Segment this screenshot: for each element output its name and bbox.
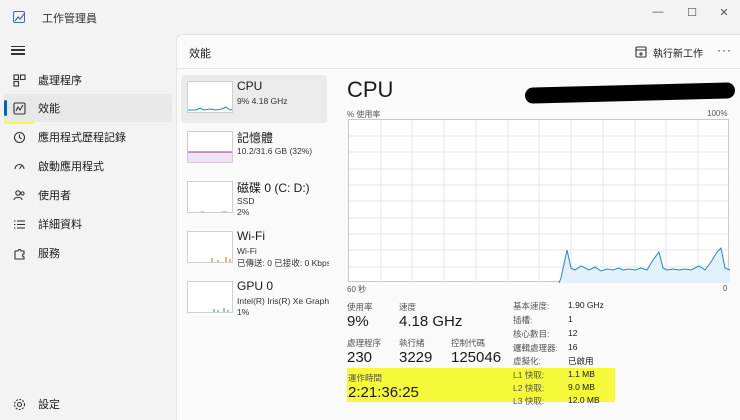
page-title: 效能	[189, 48, 211, 60]
device-item-cpu[interactable]: CPU 9% 4.18 GHz	[181, 75, 327, 123]
sidebar-item-performance[interactable]: 效能	[4, 94, 172, 122]
details-list-icon	[12, 217, 26, 231]
device-name: Wi-Fi	[237, 229, 265, 243]
startup-gauge-icon	[12, 159, 26, 173]
device-detail: 已傳送: 0 已接收: 0 Kbps	[237, 258, 329, 268]
processes-label: 處理程序	[347, 338, 382, 348]
device-item-gpu[interactable]: GPU 0 Intel(R) Iris(R) Xe Graphics 1%	[181, 275, 329, 323]
device-name: GPU 0	[237, 279, 274, 293]
spec-value: 1.90 GHz	[568, 300, 604, 310]
run-new-task-button[interactable]: 執行新工作	[635, 43, 703, 61]
device-name: 記憶體	[237, 131, 274, 145]
cpu-thumbnail-graph	[187, 81, 233, 113]
cpu-usage-area	[559, 248, 730, 283]
sidebar: 處理程序 效能 應用程式歷程記錄 啟動應用程式 使用者 詳細資料 服務 設定	[0, 34, 176, 420]
history-icon	[12, 130, 26, 144]
uptime-value: 2:21:36:25	[348, 384, 419, 401]
sidebar-item-label: 設定	[38, 399, 60, 411]
device-detail: 2%	[237, 207, 250, 217]
sidebar-item-services[interactable]: 服務	[4, 239, 172, 267]
close-button[interactable]: ✕	[710, 4, 738, 20]
spec-value: 1.1 MB	[568, 369, 595, 379]
performance-chart-icon	[12, 101, 26, 115]
device-detail: 1%	[237, 307, 250, 317]
sidebar-item-label: 詳細資料	[38, 219, 82, 231]
spec-value: 9.0 MB	[568, 382, 595, 392]
wifi-thumbnail-graph	[187, 231, 233, 263]
handles-label: 控制代碼	[451, 338, 486, 348]
device-item-disk[interactable]: 磁碟 0 (C: D:) SSD 2%	[181, 175, 327, 223]
run-task-icon	[635, 46, 647, 58]
sidebar-item-settings[interactable]: 設定	[4, 390, 172, 418]
spec-key: 插槽:	[513, 315, 533, 325]
users-icon	[12, 188, 26, 202]
device-item-wifi[interactable]: Wi-Fi Wi-Fi 已傳送: 0 已接收: 0 Kbps	[181, 225, 329, 273]
speed-label: 速度	[399, 302, 417, 312]
active-indicator	[4, 100, 7, 116]
graph-time-label: 60 秒	[347, 285, 367, 294]
spec-key: 核心數目:	[513, 329, 550, 339]
sidebar-item-label: 啟動應用程式	[38, 161, 104, 173]
spec-key: L3 快取:	[513, 396, 545, 406]
sidebar-item-label: 服務	[38, 248, 60, 260]
sidebar-item-startup[interactable]: 啟動應用程式	[4, 152, 172, 180]
task-manager-icon	[13, 11, 25, 23]
device-detail: SSD	[237, 196, 255, 206]
gear-icon	[12, 397, 26, 411]
redaction-mark	[524, 82, 736, 104]
app-title: 工作管理員	[42, 13, 97, 25]
graph-label-max: 100%	[707, 109, 728, 118]
disk-thumbnail-graph	[187, 181, 233, 213]
sidebar-item-app-history[interactable]: 應用程式歷程記錄	[4, 123, 172, 151]
device-item-memory[interactable]: 記憶體 10.2/31.6 GB (32%)	[181, 125, 327, 173]
device-detail: Wi-Fi	[237, 246, 257, 256]
utilization-value: 9%	[347, 313, 369, 330]
threads-label: 執行緒	[399, 338, 425, 348]
spec-key: L1 快取:	[513, 370, 545, 380]
minimize-button[interactable]: —	[644, 4, 672, 20]
utilization-label: 使用率	[347, 302, 373, 312]
device-name: 磁碟 0 (C: D:)	[237, 181, 310, 195]
services-puzzle-icon	[12, 246, 26, 260]
run-new-task-label: 執行新工作	[653, 48, 703, 60]
cpu-usage-graph	[348, 119, 730, 283]
main-panel: 效能 執行新工作 ··· CPU 9% 4.18 GHz 記憶體 10.2/31…	[176, 34, 740, 420]
spec-value: 已啟用	[568, 356, 594, 366]
spec-key: L2 快取:	[513, 383, 545, 393]
spec-value: 16	[568, 342, 578, 352]
spec-value: 12	[568, 328, 578, 338]
spec-value: 12.0 MB	[568, 395, 600, 405]
processes-value: 230	[347, 349, 373, 366]
device-detail: 9% 4.18 GHz	[237, 96, 288, 106]
maximize-button[interactable]: ☐	[678, 4, 706, 20]
handles-value: 125046	[451, 349, 502, 366]
more-options-icon[interactable]: ···	[717, 43, 732, 57]
sidebar-item-label: 應用程式歷程記錄	[38, 132, 126, 144]
speed-value: 4.18 GHz	[399, 313, 463, 330]
memory-thumbnail-graph	[187, 131, 233, 163]
sidebar-item-label: 使用者	[38, 190, 71, 202]
detail-title: CPU	[347, 77, 394, 102]
gpu-thumbnail-graph	[187, 281, 233, 313]
uptime-label: 運作時間	[348, 373, 383, 383]
processes-grid-icon	[12, 73, 26, 87]
hamburger-menu-icon[interactable]	[11, 43, 25, 57]
graph-min-label: 0	[723, 284, 728, 293]
device-detail: 10.2/31.6 GB (32%)	[237, 146, 313, 156]
spec-key: 虛擬化:	[513, 356, 541, 366]
device-list: CPU 9% 4.18 GHz 記憶體 10.2/31.6 GB (32%) 磁…	[177, 69, 337, 420]
sidebar-item-users[interactable]: 使用者	[4, 181, 172, 209]
sidebar-item-label: 處理程序	[38, 75, 82, 87]
title-bar: 工作管理員 — ☐ ✕	[0, 0, 740, 34]
sidebar-item-details[interactable]: 詳細資料	[4, 210, 172, 238]
sidebar-item-processes[interactable]: 處理程序	[4, 66, 172, 94]
device-name: CPU	[237, 79, 263, 93]
spec-key: 基本速度:	[513, 301, 550, 311]
spec-key: 邏輯處理器:	[513, 343, 558, 353]
sidebar-item-label: 效能	[38, 103, 60, 115]
threads-value: 3229	[399, 349, 433, 366]
main-header: 效能 執行新工作 ···	[177, 35, 740, 69]
device-detail: Intel(R) Iris(R) Xe Graphics	[237, 296, 329, 306]
spec-value: 1	[568, 314, 573, 324]
